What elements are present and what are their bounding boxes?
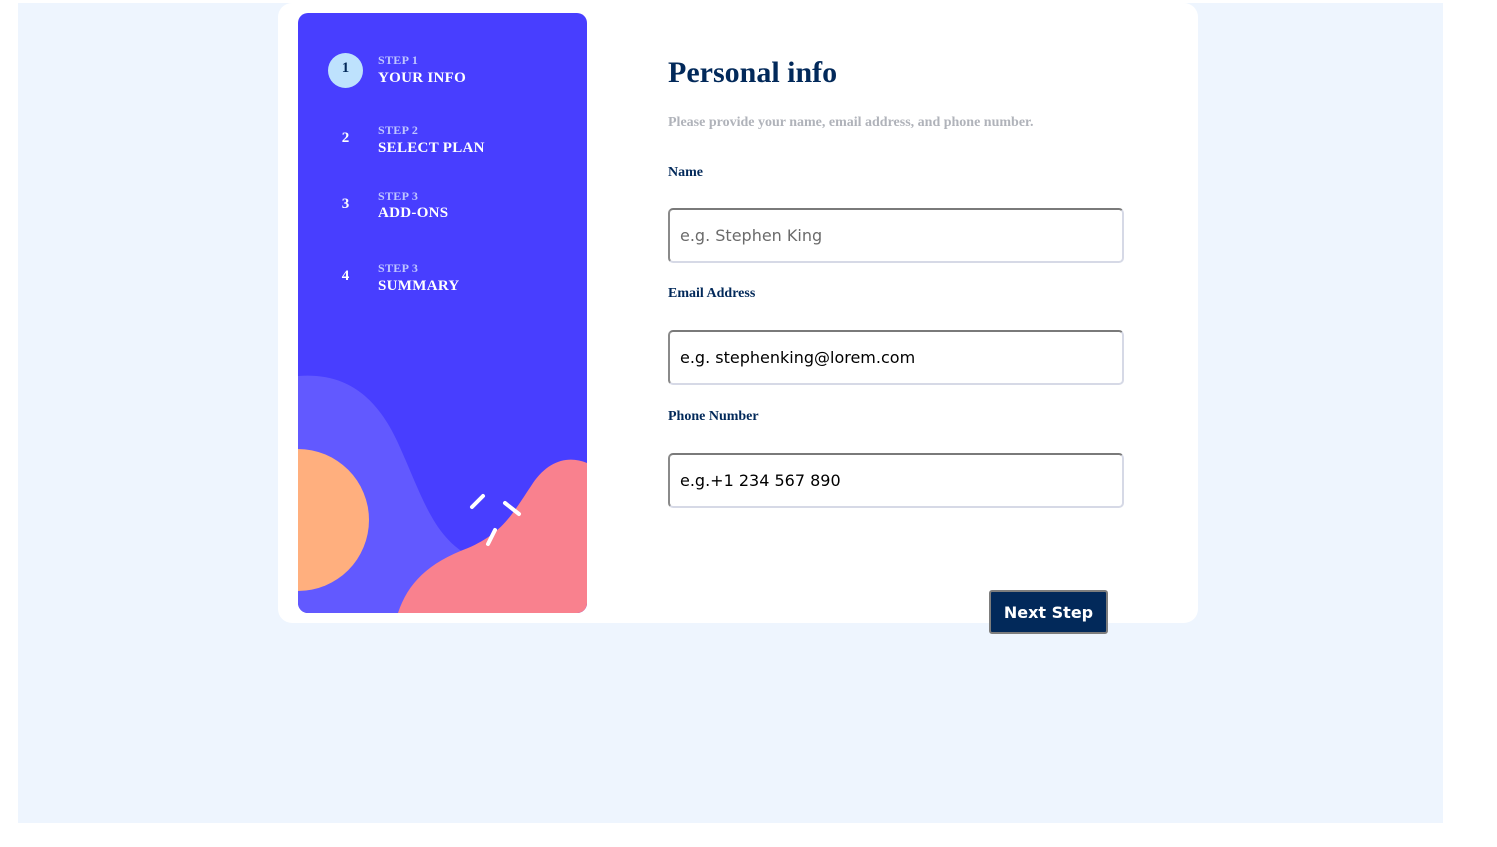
step-4-label: STEP 3 — [378, 261, 419, 275]
sidebar-step-1[interactable]: 1 STEP 1 YOUR INFO — [328, 53, 578, 93]
next-step-button[interactable]: Next Step — [989, 590, 1108, 634]
step-2-title: SELECT PLAN — [378, 140, 485, 156]
email-input[interactable] — [668, 330, 1124, 385]
step-sidebar — [298, 13, 587, 613]
sidebar-step-3[interactable]: 3 STEP 3 ADD-ONS — [328, 189, 578, 229]
step-4-number-badge: 4 — [341, 268, 350, 284]
sidebar-step-4[interactable]: 4 STEP 3 SUMMARY — [328, 261, 578, 301]
page-subtitle: Please provide your name, email address,… — [668, 115, 1034, 130]
sidebar-decoration — [298, 375, 587, 613]
sidebar-step-2[interactable]: 2 STEP 2 SELECT PLAN — [328, 123, 578, 163]
step-3-label: STEP 3 — [378, 189, 419, 203]
phone-input[interactable] — [668, 453, 1124, 508]
step-3-title: ADD-ONS — [378, 205, 449, 221]
step-1-label: STEP 1 — [378, 53, 419, 67]
phone-label: Phone Number — [668, 409, 759, 424]
email-label: Email Address — [668, 286, 756, 301]
step-4-title: SUMMARY — [378, 278, 460, 294]
step-2-label: STEP 2 — [378, 123, 419, 137]
step-1-number-badge: 1 — [328, 53, 363, 88]
name-label: Name — [668, 165, 703, 180]
name-input[interactable] — [668, 208, 1124, 263]
step-1-title: YOUR INFO — [378, 70, 467, 86]
step-2-number-badge: 2 — [341, 130, 350, 146]
page-title: Personal info — [668, 56, 838, 89]
step-3-number-badge: 3 — [341, 196, 350, 212]
